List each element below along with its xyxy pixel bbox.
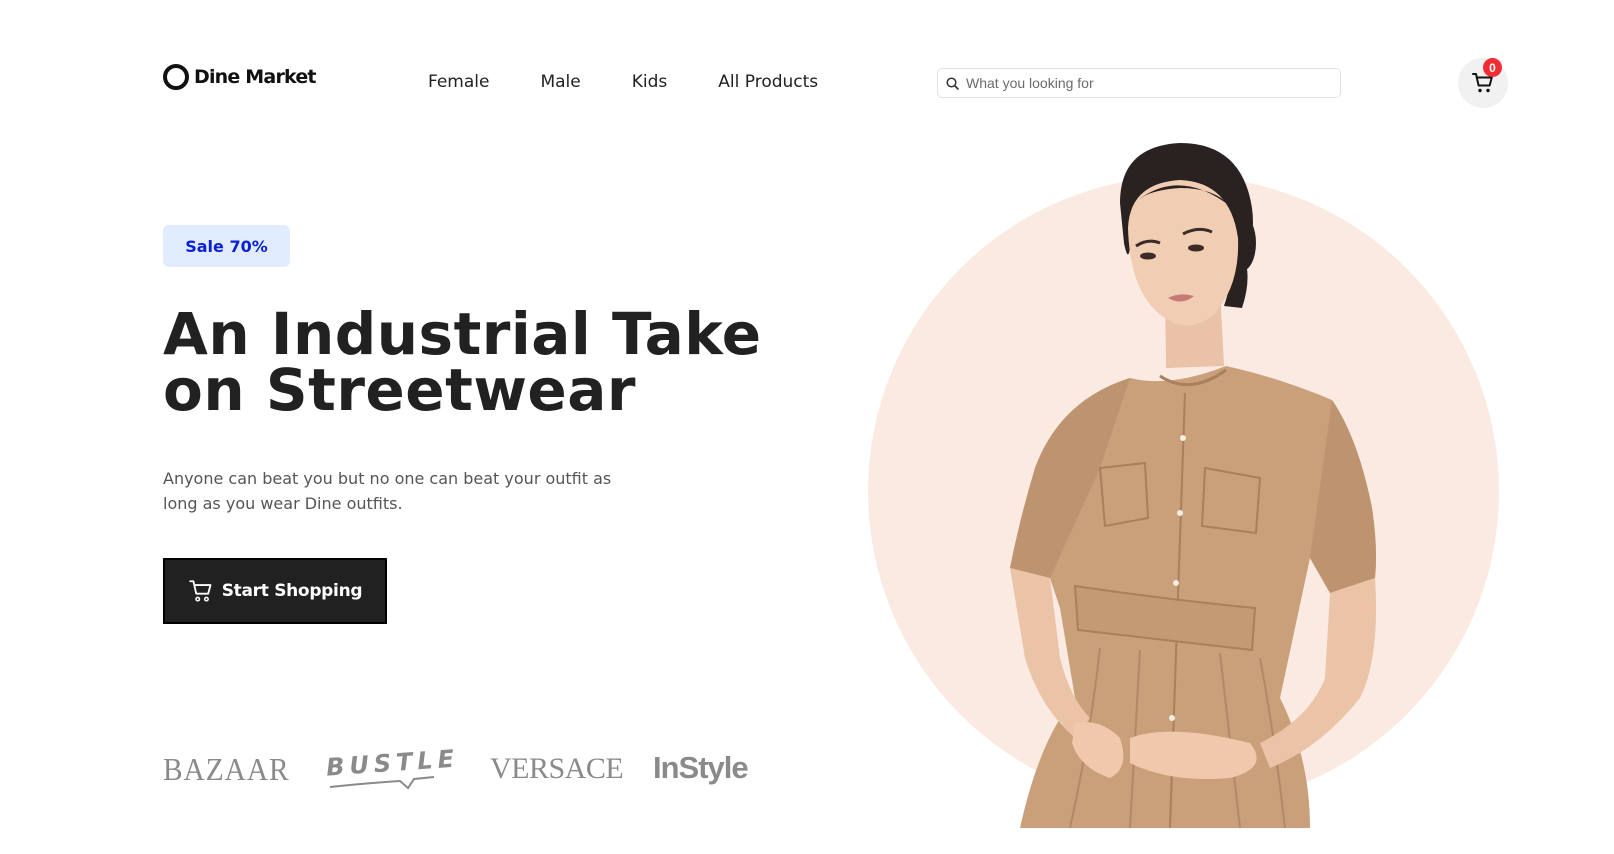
ring-logo-icon xyxy=(163,64,189,90)
hero-title: An Industrial Take on Streetwear xyxy=(163,300,783,424)
brand-logo-versace: VERSACE xyxy=(490,752,624,785)
nav-item-male[interactable]: Male xyxy=(540,72,580,92)
hero-model-image xyxy=(1010,143,1376,828)
nav-item-female[interactable]: Female xyxy=(428,72,489,92)
hero-title-line-1: An Industrial Take xyxy=(163,300,762,368)
brand-logo-instyle: InStyle xyxy=(653,750,749,785)
nav-item-all-products[interactable]: All Products xyxy=(718,72,818,92)
main-nav: Female Male Kids All Products xyxy=(428,72,869,92)
logo-text: Dine Market xyxy=(194,66,317,88)
sale-badge: Sale 70% xyxy=(163,225,290,267)
cart-button[interactable]: 0 xyxy=(1458,58,1508,108)
brand-logo-bazaar: BAZAAR xyxy=(163,751,290,787)
search-icon xyxy=(946,76,959,90)
search-bar xyxy=(937,68,1341,98)
hero-description: Anyone can beat you but no one can beat … xyxy=(163,469,612,513)
cart-icon xyxy=(188,580,212,602)
search-input[interactable] xyxy=(966,75,1326,91)
cart-count-badge: 0 xyxy=(1483,58,1502,77)
start-shopping-label: Start Shopping xyxy=(221,581,363,601)
nav-item-kids[interactable]: Kids xyxy=(632,72,668,92)
bustle-underline xyxy=(329,776,435,790)
hero-title-line-2: on Streetwear xyxy=(163,356,636,424)
start-shopping-button[interactable]: Start Shopping xyxy=(163,558,387,624)
logo[interactable]: Dine Market xyxy=(163,64,317,90)
